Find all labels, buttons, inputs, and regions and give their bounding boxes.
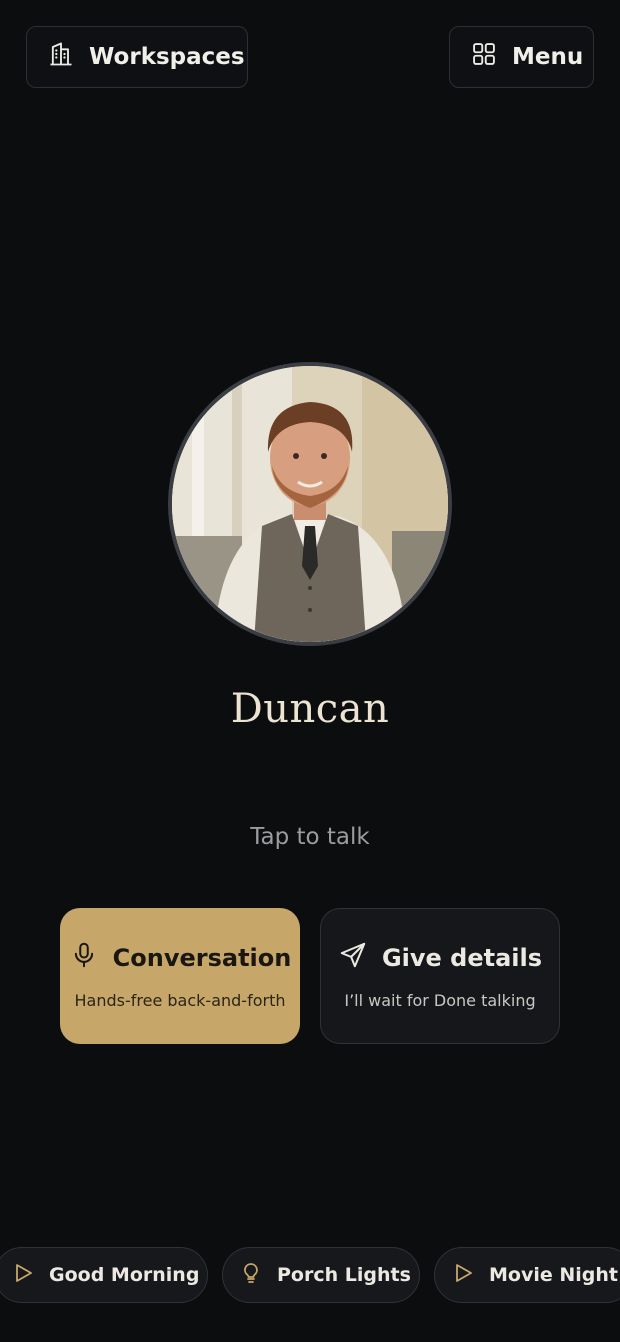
conversation-mode-button[interactable]: Conversation Hands-free back-and-forth [60, 908, 300, 1044]
quick-action-label: Movie Night [489, 1264, 618, 1286]
quick-action-good-morning[interactable]: Good Morning [0, 1247, 208, 1303]
give-details-mode-title: Give details [381, 943, 543, 972]
give-details-mode-button[interactable]: Give details I’ll wait for Done talking [320, 908, 560, 1044]
quick-action-label: Good Morning [49, 1264, 200, 1286]
microphone-icon [69, 940, 99, 976]
avatar[interactable] [168, 362, 452, 646]
lightbulb-icon [239, 1261, 263, 1290]
play-icon [11, 1261, 35, 1290]
assistant-home: Workspaces Menu Duncan Tap to talk Conve… [0, 0, 620, 1342]
conversation-mode-title: Conversation [112, 943, 292, 972]
conversation-mode-subtitle: Hands-free back-and-forth [74, 990, 286, 1010]
send-icon [338, 940, 368, 976]
give-details-mode-subtitle: I’ll wait for Done talking [344, 990, 536, 1010]
tap-to-talk-hint[interactable]: Tap to talk [0, 824, 620, 850]
quick-action-porch-lights[interactable]: Porch Lights [222, 1247, 420, 1303]
workspaces-button[interactable]: Workspaces [26, 26, 248, 88]
workspaces-label: Workspaces [89, 44, 245, 70]
grid-icon [470, 40, 498, 74]
building-icon [47, 40, 75, 74]
menu-label: Menu [512, 44, 584, 70]
quick-action-label: Porch Lights [277, 1264, 411, 1286]
play-icon [451, 1261, 475, 1290]
menu-button[interactable]: Menu [449, 26, 594, 88]
assistant-name: Duncan [230, 686, 390, 732]
avatar-portrait [172, 366, 448, 642]
quick-action-movie-night[interactable]: Movie Night [434, 1247, 620, 1303]
